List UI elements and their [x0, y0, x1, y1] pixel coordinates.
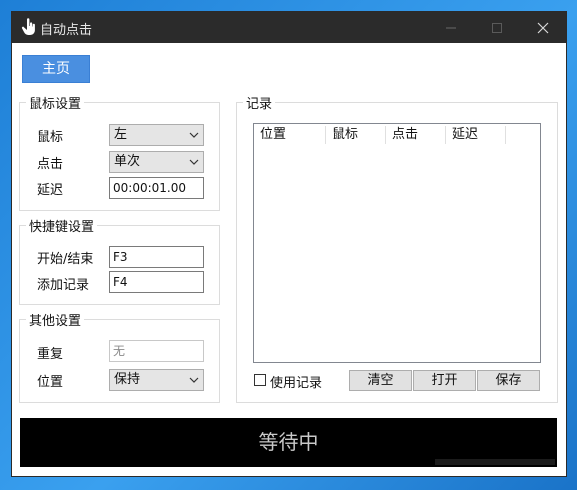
- delay-input[interactable]: 00:00:01.00: [109, 177, 204, 199]
- maximize-button[interactable]: [474, 12, 520, 43]
- delay-label: 延迟: [37, 183, 64, 198]
- status-bar: 等待中: [20, 418, 557, 467]
- chevron-down-icon: [189, 377, 199, 383]
- other-settings-title: 其他设置: [26, 310, 85, 329]
- records-list[interactable]: 位置 鼠标 点击 延迟: [253, 123, 541, 363]
- records-title: 记录: [243, 93, 276, 112]
- startstop-hotkey-input[interactable]: F3: [109, 246, 204, 268]
- use-records-checkbox[interactable]: [254, 374, 266, 386]
- mouse-button-label: 鼠标: [37, 130, 64, 145]
- window-title: 自动点击: [40, 23, 93, 38]
- column-header-mouse[interactable]: 鼠标: [326, 124, 385, 146]
- minimize-button[interactable]: [428, 12, 474, 43]
- click-type-label: 点击: [37, 157, 64, 172]
- column-header-position[interactable]: 位置: [254, 124, 325, 146]
- use-records-label: 使用记录: [270, 376, 323, 391]
- hand-pointer-icon: [21, 18, 37, 36]
- open-button[interactable]: 打开: [413, 370, 476, 391]
- column-separator: [505, 126, 506, 144]
- position-label: 位置: [37, 375, 64, 390]
- column-header-click[interactable]: 点击: [386, 124, 445, 146]
- save-button[interactable]: 保存: [477, 370, 540, 391]
- column-header-delay[interactable]: 延迟: [446, 124, 505, 146]
- mouse-settings-title: 鼠标设置: [26, 93, 85, 112]
- chevron-down-icon: [189, 159, 199, 165]
- mouse-button-select[interactable]: 左: [109, 124, 204, 146]
- mouse-button-value: 左: [114, 127, 128, 142]
- title-bar[interactable]: 自动点击: [12, 12, 566, 43]
- click-type-select[interactable]: 单次: [109, 151, 204, 173]
- click-type-value: 单次: [114, 154, 141, 169]
- addrecord-hotkey-input[interactable]: F4: [109, 271, 204, 293]
- repeat-input[interactable]: 无: [109, 340, 204, 362]
- close-button[interactable]: [520, 12, 566, 43]
- position-select[interactable]: 保持: [109, 369, 204, 391]
- repeat-label: 重复: [37, 347, 64, 362]
- clear-button[interactable]: 清空: [349, 370, 412, 391]
- addrecord-hotkey-label: 添加记录: [37, 278, 90, 293]
- chevron-down-icon: [189, 132, 199, 138]
- status-grip: [435, 459, 555, 465]
- hotkey-settings-title: 快捷键设置: [26, 216, 98, 235]
- app-window: 自动点击 主页 鼠标设置 鼠标 左 点击 单次 延迟 00:00:01.00 快…: [11, 11, 567, 477]
- startstop-hotkey-label: 开始/结束: [37, 252, 94, 267]
- position-value: 保持: [114, 372, 141, 387]
- home-button[interactable]: 主页: [22, 55, 90, 83]
